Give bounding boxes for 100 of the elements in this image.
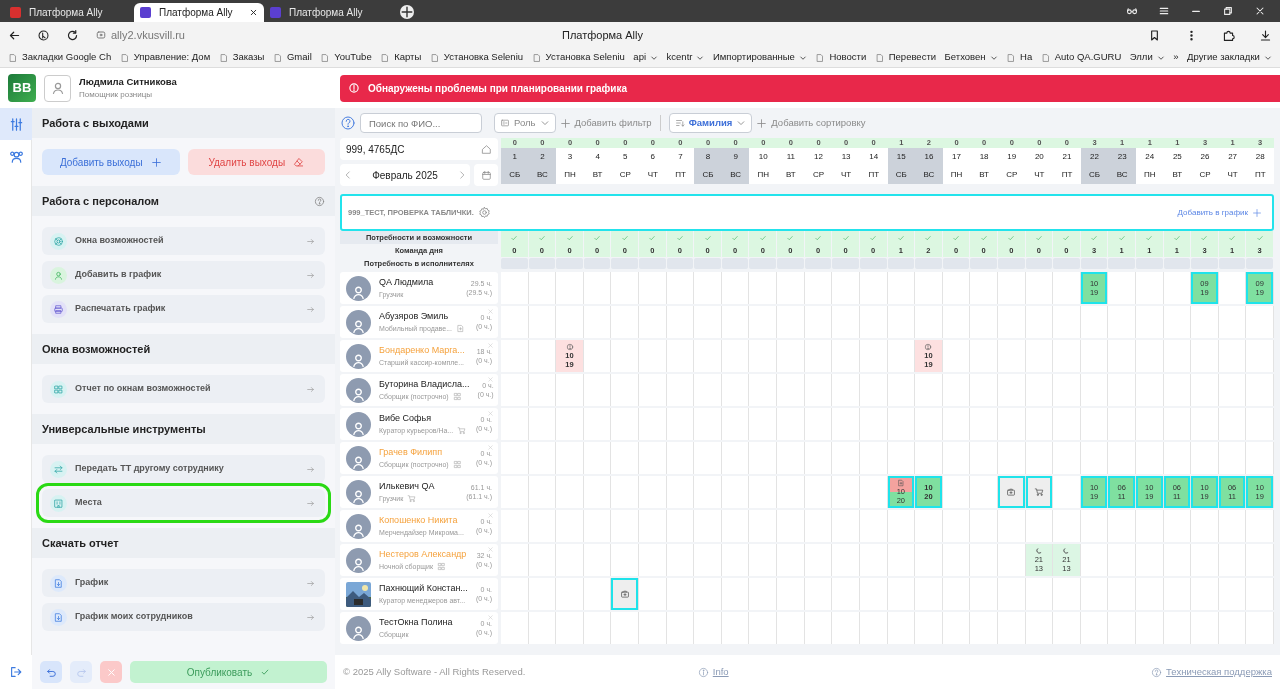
schedule-cell[interactable] <box>1191 306 1219 338</box>
schedule-cell[interactable] <box>1135 544 1164 576</box>
schedule-cell[interactable] <box>804 408 833 440</box>
schedule-cell[interactable] <box>666 272 695 304</box>
schedule-cell[interactable] <box>611 340 640 372</box>
schedule-cell[interactable] <box>832 442 860 474</box>
schedule-cell[interactable] <box>1080 374 1109 406</box>
schedule-cell[interactable] <box>942 578 971 610</box>
schedule-cell[interactable] <box>1080 408 1109 440</box>
schedule-cell[interactable] <box>859 510 888 542</box>
schedule-cell[interactable] <box>694 612 722 644</box>
schedule-cell[interactable] <box>694 510 722 542</box>
schedule-cell[interactable] <box>611 374 640 406</box>
day-header[interactable]: 27 ЧТ <box>1218 148 1247 184</box>
schedule-cell[interactable] <box>639 544 667 576</box>
bookmark-link[interactable]: Другие закладки <box>1187 50 1272 65</box>
schedule-cell[interactable] <box>1163 510 1192 542</box>
schedule-cell[interactable] <box>777 476 805 508</box>
schedule-cell[interactable] <box>721 442 750 474</box>
schedule-cell[interactable] <box>1053 476 1081 508</box>
schedule-cell[interactable] <box>997 306 1026 338</box>
schedule-cell[interactable] <box>887 340 916 372</box>
schedule-cell[interactable] <box>583 306 612 338</box>
schedule-cell[interactable] <box>528 476 557 508</box>
schedule-cell[interactable] <box>832 306 860 338</box>
schedule-cell[interactable] <box>501 306 529 338</box>
schedule-cell[interactable] <box>528 374 557 406</box>
schedule-cell[interactable] <box>1025 408 1054 440</box>
schedule-cell[interactable] <box>1218 578 1247 610</box>
bookmark-link[interactable]: kcentr <box>666 50 705 65</box>
schedule-cell[interactable] <box>942 374 971 406</box>
schedule-cell[interactable] <box>611 476 640 508</box>
employee-name[interactable]: Пахнющий Констан... <box>379 582 468 596</box>
day-header[interactable]: 22 СБ <box>1080 148 1109 184</box>
add-button[interactable]: Добавить выходы <box>42 149 180 175</box>
schedule-cell[interactable] <box>1080 340 1109 372</box>
schedule-cell[interactable] <box>556 544 584 576</box>
close-icon[interactable] <box>1254 5 1266 17</box>
schedule-cell[interactable] <box>804 544 833 576</box>
schedule-cell[interactable] <box>501 544 529 576</box>
schedule-cell[interactable] <box>1218 544 1247 576</box>
schedule-cell[interactable] <box>528 272 557 304</box>
schedule-cell[interactable] <box>997 578 1026 610</box>
schedule-cell[interactable] <box>611 510 640 542</box>
schedule-cell[interactable] <box>1191 408 1219 440</box>
schedule-cell[interactable] <box>1025 340 1054 372</box>
schedule-cell[interactable] <box>556 612 584 644</box>
employee-name[interactable]: Илькевич QA <box>379 480 459 494</box>
schedule-cell[interactable] <box>859 272 888 304</box>
day-header[interactable]: 28 ПТ <box>1246 148 1274 184</box>
day-header[interactable]: 15 СБ <box>887 148 916 184</box>
employee-name[interactable]: Вибе Софья <box>379 412 468 426</box>
schedule-cell[interactable] <box>887 510 916 542</box>
schedule-cell[interactable] <box>611 272 640 304</box>
schedule-cell[interactable] <box>501 272 529 304</box>
schedule-cell[interactable] <box>1053 272 1081 304</box>
schedule-cell[interactable] <box>556 578 584 610</box>
browser-tab[interactable]: Платформа Ally <box>264 3 394 22</box>
day-header[interactable]: 13 ЧТ <box>832 148 860 184</box>
schedule-cell[interactable] <box>583 340 612 372</box>
bookmark-link[interactable]: api <box>633 50 659 65</box>
schedule-cell[interactable] <box>859 442 888 474</box>
schedule-cell[interactable] <box>1191 340 1219 372</box>
browser-logo-icon[interactable] <box>37 28 50 42</box>
bookmark-link[interactable]: Заказы <box>218 50 265 65</box>
schedule-cell[interactable] <box>528 612 557 644</box>
schedule-cell[interactable] <box>583 442 612 474</box>
schedule-cell[interactable] <box>777 306 805 338</box>
schedule-cell[interactable] <box>694 340 722 372</box>
schedule-cell[interactable] <box>501 578 529 610</box>
bookmark-link[interactable]: Gmail <box>273 50 312 65</box>
schedule-cell[interactable] <box>666 340 695 372</box>
schedule-cell[interactable] <box>556 272 584 304</box>
schedule-cell[interactable] <box>804 340 833 372</box>
day-header[interactable]: 3 ПН <box>556 148 584 184</box>
schedule-cell[interactable] <box>501 442 529 474</box>
schedule-cell[interactable] <box>721 544 750 576</box>
sort-dropdown[interactable]: Фамилия <box>668 113 753 133</box>
schedule-cell[interactable] <box>666 544 695 576</box>
schedule-cell[interactable] <box>887 306 916 338</box>
schedule-cell[interactable] <box>997 442 1026 474</box>
day-header[interactable]: 9 ВС <box>721 148 750 184</box>
menu-item[interactable]: Распечатать график <box>42 295 325 323</box>
schedule-cell[interactable] <box>1025 306 1054 338</box>
day-header[interactable]: 2 ВС <box>528 148 557 184</box>
schedule-cell[interactable] <box>1218 306 1247 338</box>
schedule-cell[interactable] <box>1080 306 1109 338</box>
schedule-cell[interactable] <box>611 408 640 440</box>
employee-name[interactable]: Буторина Владисла... <box>379 378 470 392</box>
schedule-cell[interactable] <box>997 544 1026 576</box>
schedule-cell[interactable] <box>694 544 722 576</box>
schedule-cell[interactable] <box>970 442 998 474</box>
schedule-cell[interactable] <box>639 340 667 372</box>
schedule-cell[interactable] <box>970 408 998 440</box>
schedule-cell[interactable] <box>556 408 584 440</box>
schedule-cell[interactable] <box>942 340 971 372</box>
glasses-icon[interactable] <box>1126 5 1138 17</box>
day-header[interactable]: 19 СР <box>997 148 1026 184</box>
schedule-cell[interactable] <box>1218 408 1247 440</box>
schedule-cell[interactable] <box>1135 374 1164 406</box>
